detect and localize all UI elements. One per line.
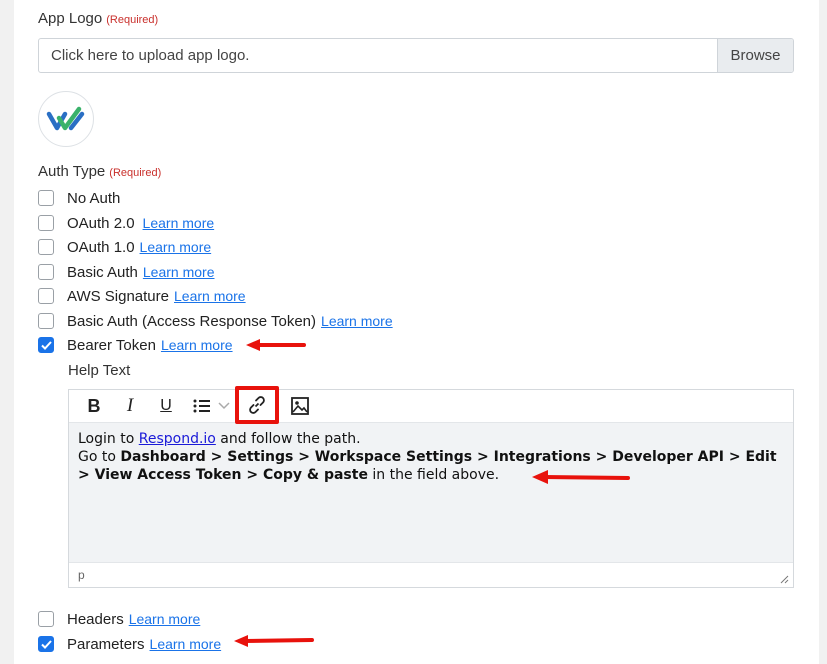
link-icon[interactable] — [235, 386, 279, 424]
underline-icon[interactable]: U — [151, 391, 181, 421]
checkmark-icon — [40, 639, 52, 649]
auth-option-basic-auth-access-response-token[interactable]: Basic Auth (Access Response Token) Learn… — [38, 311, 393, 331]
auth-option-label: Basic Auth (Access Response Token) — [67, 312, 317, 330]
editor-content[interactable]: Login to Respond.io and follow the path.… — [69, 423, 793, 562]
auth-option-label: OAuth 2.0 — [67, 214, 135, 232]
resize-handle-icon[interactable] — [779, 574, 789, 584]
annotation-arrow-icon — [532, 470, 630, 484]
learn-more-link[interactable]: Learn more — [143, 215, 215, 231]
checkbox[interactable] — [38, 190, 54, 206]
app-logo-label: App Logo (Required) — [38, 10, 158, 27]
option-parameters[interactable]: Parameters Learn more — [38, 634, 221, 654]
upload-placeholder[interactable]: Click here to upload app logo. — [39, 39, 717, 72]
italic-icon[interactable]: I — [115, 391, 145, 421]
learn-more-link[interactable]: Learn more — [161, 337, 233, 353]
auth-option-aws-signature[interactable]: AWS Signature Learn more — [38, 286, 246, 306]
help-text-editor[interactable]: B I U Login to Respond.io and follow the… — [68, 386, 794, 588]
image-icon[interactable] — [285, 391, 315, 421]
auth-option-label: No Auth — [67, 189, 121, 207]
help-line-2-prefix: Go to — [78, 449, 121, 465]
respond-io-link[interactable]: Respond.io — [139, 431, 216, 447]
auth-option-basic-auth[interactable]: Basic Auth Learn more — [38, 262, 214, 282]
auth-option-label: Basic Auth — [67, 263, 138, 281]
editor-toolbar: B I U — [69, 386, 793, 424]
annotation-arrow-icon — [234, 635, 314, 647]
app-logo-upload[interactable]: Click here to upload app logo. Browse — [38, 38, 794, 73]
option-label: Parameters — [67, 635, 145, 653]
editor-statusbar: p — [69, 562, 793, 587]
help-line-2-suffix: in the field above. — [367, 467, 500, 483]
auth-option-no-auth[interactable]: No Auth — [38, 188, 120, 208]
auth-type-label: Auth Type (Required) — [38, 163, 161, 180]
auth-option-label: AWS Signature — [67, 287, 169, 305]
learn-more-link[interactable]: Learn more — [150, 636, 222, 652]
app-logo-icon — [46, 106, 85, 131]
help-line-1: Login to Respond.io and follow the path. — [78, 430, 784, 448]
help-line-2: Go to Dashboard > Settings > Workspace S… — [78, 448, 784, 484]
auth-type-label-text: Auth Type — [38, 163, 106, 180]
checkbox[interactable] — [38, 313, 54, 329]
checkbox-checked[interactable] — [38, 337, 54, 353]
annotation-arrow-icon — [246, 339, 306, 351]
auth-option-label: Bearer Token — [67, 336, 156, 354]
checkbox[interactable] — [38, 239, 54, 255]
browse-button[interactable]: Browse — [717, 39, 793, 72]
learn-more-link[interactable]: Learn more — [140, 239, 212, 255]
learn-more-link[interactable]: Learn more — [129, 611, 201, 627]
help-line-1-suffix: and follow the path. — [215, 431, 361, 447]
auth-option-oauth2[interactable]: OAuth 2.0 Learn more — [38, 213, 214, 233]
bold-icon[interactable]: B — [79, 391, 109, 421]
learn-more-link[interactable]: Learn more — [174, 288, 246, 304]
checkbox[interactable] — [38, 611, 54, 627]
app-logo-preview — [38, 91, 94, 147]
learn-more-link[interactable]: Learn more — [143, 264, 215, 280]
checkbox[interactable] — [38, 264, 54, 280]
element-path: p — [78, 568, 85, 582]
help-text-label: Help Text — [68, 362, 131, 379]
auth-option-oauth1[interactable]: OAuth 1.0 Learn more — [38, 237, 211, 257]
option-headers[interactable]: Headers Learn more — [38, 609, 200, 629]
checkbox-checked[interactable] — [38, 636, 54, 652]
app-logo-required: (Required) — [106, 14, 159, 26]
auth-option-bearer-token[interactable]: Bearer Token Learn more — [38, 335, 233, 355]
app-logo-label-text: App Logo — [38, 10, 103, 27]
bullet-list-icon[interactable] — [187, 391, 217, 421]
learn-more-link[interactable]: Learn more — [321, 313, 393, 329]
auth-type-required: (Required) — [109, 167, 162, 179]
auth-option-label: OAuth 1.0 — [67, 238, 135, 256]
checkmark-icon — [40, 340, 52, 350]
checkbox[interactable] — [38, 288, 54, 304]
option-label: Headers — [67, 610, 124, 628]
chevron-down-icon[interactable] — [217, 391, 231, 421]
checkbox[interactable] — [38, 215, 54, 231]
help-line-1-prefix: Login to — [78, 431, 139, 447]
